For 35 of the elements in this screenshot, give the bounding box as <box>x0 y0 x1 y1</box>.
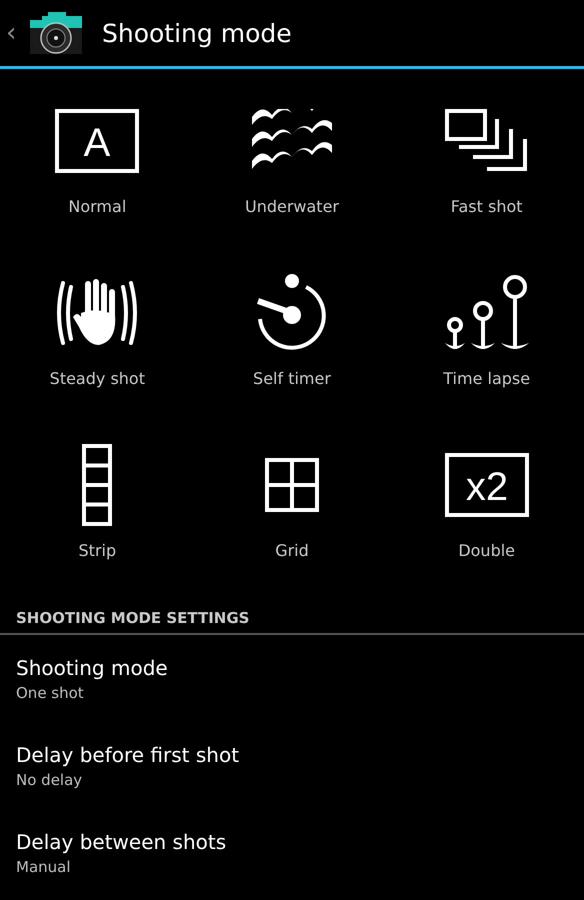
mode-option[interactable]: Grid <box>194 431 390 603</box>
mode-option[interactable]: A Normal <box>0 87 195 259</box>
mode-label: Double <box>458 541 516 560</box>
setting-value: One shot <box>16 684 85 702</box>
mode-option[interactable]: Strip <box>0 431 195 603</box>
mode-label: Steady shot <box>50 369 145 388</box>
setting-item[interactable]: Delay before first shot No delay <box>16 722 584 809</box>
section-header: SHOOTING MODE SETTINGS <box>0 609 584 635</box>
mode-option[interactable]: Fast shot <box>389 87 584 259</box>
grid-icon <box>264 458 319 512</box>
setting-item[interactable]: Shooting mode One shot <box>16 635 584 722</box>
mode-label: Underwater <box>244 197 339 216</box>
setting-value: No delay <box>16 770 84 788</box>
letter-frame-icon: A <box>55 109 140 173</box>
mode-option[interactable]: Time lapse <box>389 259 584 431</box>
screen-title: Shooting mode <box>102 18 292 48</box>
double-frame-icon: x2 <box>444 453 529 517</box>
mode-label: Self timer <box>253 369 331 388</box>
setting-item[interactable]: Delay between shots Manual <box>16 809 584 896</box>
mode-option[interactable]: Underwater <box>194 87 390 259</box>
mode-option[interactable]: x2 Double <box>389 431 584 603</box>
mode-label: Fast shot <box>450 197 523 216</box>
back-button[interactable]: ‹ <box>6 18 24 48</box>
setting-value: Manual <box>16 858 72 876</box>
strip-icon <box>82 444 112 526</box>
stacked-frames-icon <box>444 109 529 173</box>
mode-option[interactable]: Steady shot <box>0 259 195 431</box>
mode-label: Time lapse <box>443 369 530 388</box>
mode-label: Normal <box>68 197 126 216</box>
mode-label: Grid <box>275 541 309 560</box>
mode-option[interactable]: Self timer <box>194 259 390 431</box>
setting-title: Shooting mode <box>16 656 169 680</box>
mode-label: Strip <box>78 541 116 560</box>
setting-title: Delay between shots <box>16 830 228 854</box>
setting-title: Delay before first shot <box>16 742 240 766</box>
